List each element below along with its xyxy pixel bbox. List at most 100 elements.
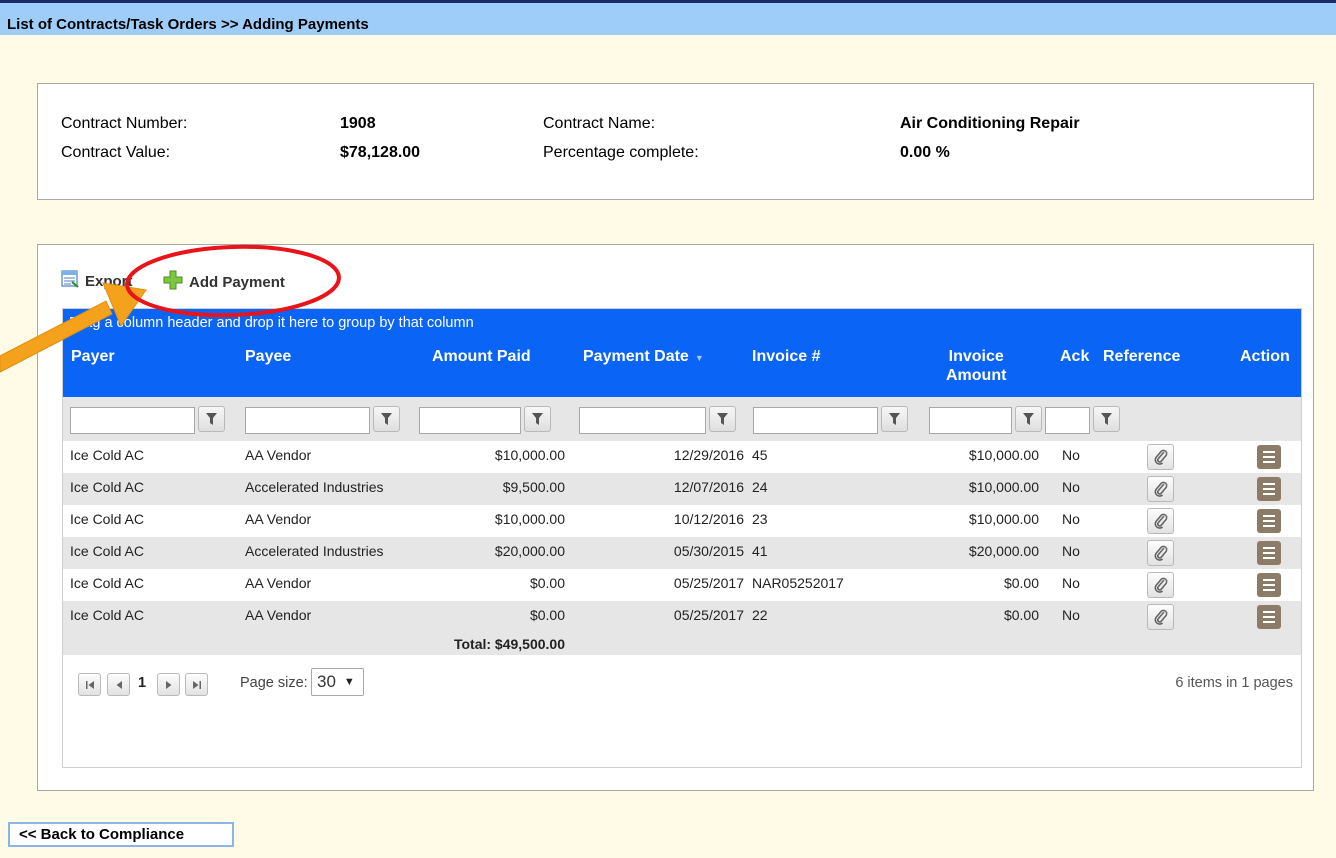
cell-invoice-amount: $20,000.00: [968, 543, 1039, 559]
filter-button-invoice-number[interactable]: [881, 406, 908, 432]
total-row: Total: $49,500.00: [63, 633, 1301, 655]
cell-payer: Ice Cold AC: [70, 447, 144, 463]
reference-button[interactable]: [1147, 604, 1174, 630]
cell-ack: No: [1062, 479, 1080, 495]
contract-name-value: Air Conditioning Repair: [900, 115, 1080, 132]
table-row[interactable]: Ice Cold AC AA Vendor $10,000.00 12/29/2…: [63, 441, 1301, 473]
cell-amount-paid: $9,500.00: [502, 479, 565, 495]
column-header-action[interactable]: Action: [1240, 347, 1290, 366]
previous-page-icon: [116, 680, 122, 689]
cell-amount-paid: $0.00: [529, 575, 565, 591]
filter-row: [63, 397, 1301, 441]
column-header-payee[interactable]: Payee: [245, 347, 291, 366]
current-page-number[interactable]: 1: [138, 675, 146, 691]
filter-input-amount-paid[interactable]: [419, 407, 521, 434]
action-menu-button[interactable]: [1257, 477, 1281, 501]
cell-invoice-number: 45: [752, 447, 768, 463]
cell-payee: AA Vendor: [245, 575, 312, 591]
next-page-button[interactable]: [157, 673, 180, 696]
paperclip-icon: [1154, 609, 1167, 625]
filter-icon: [381, 413, 392, 425]
column-header-amount-paid[interactable]: Amount Paid: [432, 347, 531, 366]
action-menu-button[interactable]: [1257, 541, 1281, 565]
column-header-reference[interactable]: Reference: [1103, 347, 1180, 366]
menu-icon: [1263, 579, 1275, 581]
cell-invoice-amount: $0.00: [1003, 575, 1039, 591]
add-payment-label: Add Payment: [189, 273, 285, 291]
percentage-complete-value: 0.00 %: [900, 144, 950, 161]
cell-payment-date: 05/25/2017: [673, 575, 744, 591]
filter-button-invoice-amount[interactable]: [1015, 406, 1042, 432]
filter-input-payment-date[interactable]: [579, 407, 706, 434]
filter-button-payment-date[interactable]: [709, 406, 736, 432]
action-menu-button[interactable]: [1257, 509, 1281, 533]
filter-button-payer[interactable]: [198, 406, 225, 432]
filter-icon: [1023, 413, 1034, 425]
export-button[interactable]: Export: [61, 270, 133, 292]
plus-icon: [163, 270, 183, 294]
cell-payment-date: 12/29/2016: [673, 447, 744, 463]
filter-input-ack[interactable]: [1045, 407, 1090, 434]
column-header-ack[interactable]: Ack: [1060, 347, 1089, 366]
sort-descending-icon: ▼: [694, 353, 704, 363]
filter-input-invoice-amount[interactable]: [929, 407, 1012, 434]
contract-number-value: 1908: [340, 115, 376, 132]
page-size-value: 30: [317, 672, 336, 691]
filter-input-invoice-number[interactable]: [753, 407, 878, 434]
page-size-label: Page size:: [240, 675, 308, 691]
cell-invoice-amount: $10,000.00: [968, 447, 1039, 463]
filter-button-payee[interactable]: [373, 406, 400, 432]
cell-payee: Accelerated Industries: [245, 543, 384, 559]
cell-invoice-amount: $10,000.00: [968, 511, 1039, 527]
paperclip-icon: [1154, 449, 1167, 465]
page-size-select[interactable]: 30 ▼: [311, 668, 364, 696]
filter-button-amount-paid[interactable]: [524, 406, 551, 432]
cell-payer: Ice Cold AC: [70, 607, 144, 623]
column-header-payment-date[interactable]: Payment Date ▼: [583, 347, 704, 368]
table-row[interactable]: Ice Cold AC AA Vendor $0.00 05/25/2017 2…: [63, 601, 1301, 633]
cell-amount-paid: $0.00: [529, 607, 565, 623]
action-menu-button[interactable]: [1257, 605, 1281, 629]
reference-button[interactable]: [1147, 444, 1174, 470]
filter-input-payee[interactable]: [245, 407, 370, 434]
reference-button[interactable]: [1147, 508, 1174, 534]
column-header-invoice-amount[interactable]: Invoice Amount: [946, 347, 1006, 385]
page-title: List of Contracts/Task Orders >> Adding …: [0, 0, 1336, 35]
reference-button[interactable]: [1147, 572, 1174, 598]
table-row[interactable]: Ice Cold AC AA Vendor $0.00 05/25/2017 N…: [63, 569, 1301, 601]
table-row[interactable]: Ice Cold AC Accelerated Industries $20,0…: [63, 537, 1301, 569]
cell-ack: No: [1062, 543, 1080, 559]
filter-button-ack[interactable]: [1093, 406, 1120, 432]
reference-button[interactable]: [1147, 476, 1174, 502]
previous-page-button[interactable]: [107, 673, 130, 696]
cell-invoice-number: 22: [752, 607, 768, 623]
reference-button[interactable]: [1147, 540, 1174, 566]
contract-number-label: Contract Number:: [61, 115, 188, 132]
percentage-complete-label: Percentage complete:: [543, 144, 699, 161]
chevron-down-icon: ▼: [343, 676, 355, 688]
group-by-drop-zone[interactable]: Drag a column header and drop it here to…: [63, 309, 1301, 335]
cell-payment-date: 10/12/2016: [673, 511, 744, 527]
back-to-compliance-button[interactable]: << Back to Compliance: [8, 822, 234, 847]
cell-invoice-amount: $0.00: [1003, 607, 1039, 623]
table-row[interactable]: Ice Cold AC Accelerated Industries $9,50…: [63, 473, 1301, 505]
cell-payment-date: 05/30/2015: [673, 543, 744, 559]
cell-ack: No: [1062, 511, 1080, 527]
contract-summary: Contract Number: 1908 Contract Name: Air…: [37, 83, 1314, 200]
paperclip-icon: [1154, 481, 1167, 497]
action-menu-button[interactable]: [1257, 445, 1281, 469]
column-header-invoice-number[interactable]: Invoice #: [752, 347, 820, 366]
column-header-payer[interactable]: Payer: [71, 347, 115, 366]
cell-invoice-number: 41: [752, 543, 768, 559]
cell-payee: Accelerated Industries: [245, 479, 384, 495]
cell-ack: No: [1062, 447, 1080, 463]
payments-grid: Drag a column header and drop it here to…: [62, 308, 1302, 768]
table-row[interactable]: Ice Cold AC AA Vendor $10,000.00 10/12/2…: [63, 505, 1301, 537]
first-page-icon: [85, 680, 94, 689]
first-page-button[interactable]: [78, 673, 101, 696]
cell-invoice-number: NAR05252017: [752, 575, 844, 591]
filter-input-payer[interactable]: [70, 407, 195, 434]
action-menu-button[interactable]: [1257, 573, 1281, 597]
last-page-button[interactable]: [185, 673, 208, 696]
add-payment-button[interactable]: Add Payment: [163, 270, 285, 294]
